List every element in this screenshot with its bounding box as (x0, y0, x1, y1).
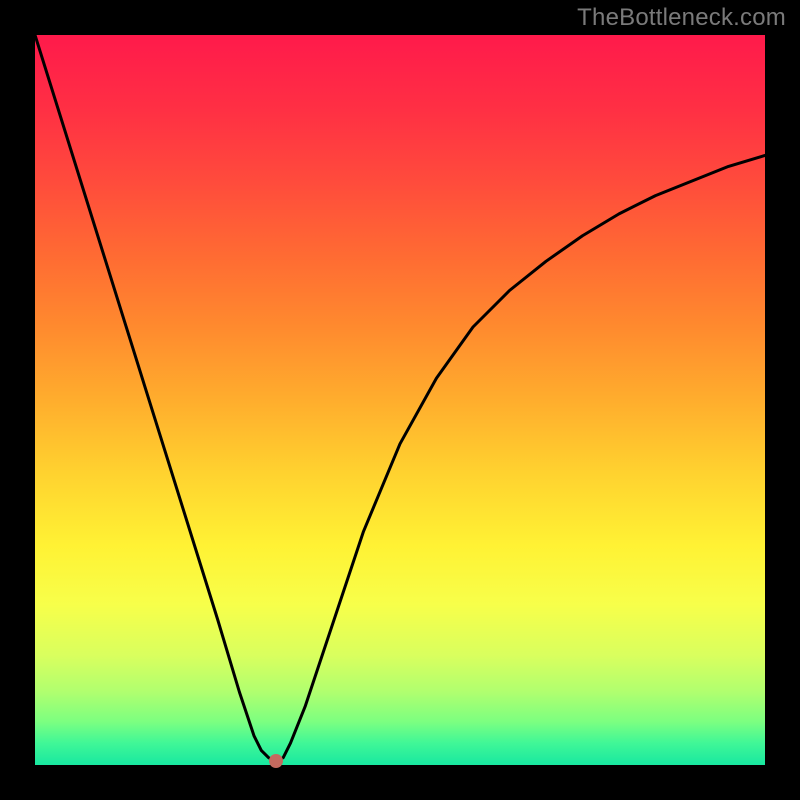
chart-frame: TheBottleneck.com (0, 0, 800, 800)
bottleneck-curve (35, 35, 765, 761)
watermark-text: TheBottleneck.com (577, 4, 786, 32)
curve-layer (35, 35, 765, 765)
plot-area (35, 35, 765, 765)
optimum-marker (269, 754, 283, 768)
